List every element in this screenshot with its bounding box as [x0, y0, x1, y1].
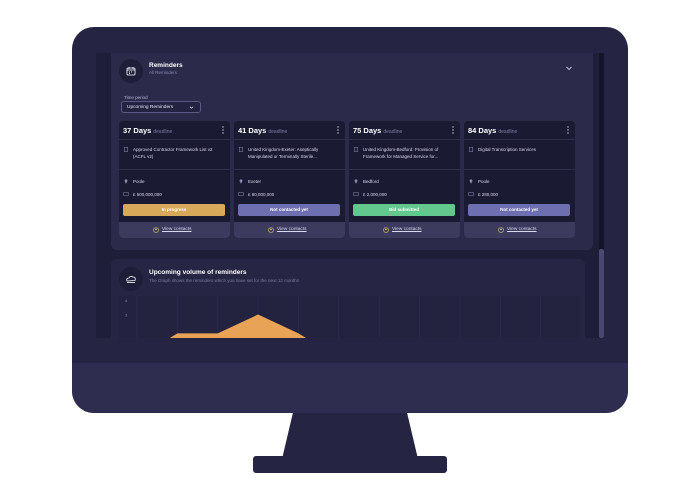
view-contacts-link[interactable]: View contacts: [507, 227, 537, 232]
divider: [119, 169, 230, 170]
card-location: Poole: [133, 179, 145, 184]
card-location: Exeter: [248, 179, 262, 184]
volume-chart-svg: 43: [125, 296, 582, 338]
document-icon: [124, 147, 128, 152]
document-icon: [239, 147, 243, 152]
monitor-chin: [72, 363, 628, 413]
money-icon: [468, 192, 474, 196]
contacts-icon: [268, 227, 274, 233]
reminder-card[interactable]: 84 Days deadline Digital Transcription Se…: [464, 121, 575, 238]
reminders-panel: Reminders All Reminders Time period Upco…: [111, 53, 593, 250]
volume-chart: 43: [119, 296, 582, 338]
card-description: Approved Contractor Framework List v2 (A…: [133, 147, 213, 159]
y-tick-label: 3: [125, 313, 128, 318]
status-badge: Not contacted yet: [238, 204, 340, 216]
money-icon: [353, 192, 359, 196]
reminder-card[interactable]: 75 Days deadline United Kingdom-Bedford: …: [349, 121, 460, 238]
view-contacts-link[interactable]: View contacts: [162, 227, 192, 232]
card-days: 41 Days deadline: [238, 126, 288, 135]
divider: [349, 169, 460, 170]
card-header: 41 Days deadline: [234, 121, 345, 140]
view-contacts-link[interactable]: View contacts: [392, 227, 422, 232]
card-location: Poole: [478, 179, 490, 184]
location-pin-icon: [469, 179, 473, 184]
volume-panel: Upcoming volume of reminders The Graph s…: [111, 259, 585, 338]
card-footer: View contacts: [349, 222, 460, 238]
document-icon: [354, 147, 358, 152]
card-value: £ 80,000,000: [248, 192, 275, 197]
status-badge: Not contacted yet: [468, 204, 570, 216]
card-days: 84 Days deadline: [468, 126, 518, 135]
more-vertical-icon[interactable]: [337, 126, 339, 134]
volume-area-series: [169, 314, 307, 338]
contacts-icon: [153, 227, 159, 233]
status-badge: Bid submitted: [353, 204, 455, 216]
reminder-card[interactable]: 41 Days deadline United Kingdom-Exeter: A…: [234, 121, 345, 238]
more-vertical-icon[interactable]: [567, 126, 569, 134]
location-pin-icon: [124, 179, 128, 184]
view-contacts-link[interactable]: View contacts: [277, 227, 307, 232]
chevron-down-icon: [189, 106, 194, 109]
card-description: United Kingdom-Bedford: Provision of Fra…: [363, 147, 439, 159]
reminder-volume-icon: [119, 267, 143, 291]
y-tick-label: 4: [125, 298, 128, 303]
volume-subtitle: The Graph shows the reminders which you …: [149, 278, 299, 283]
card-description: Digital Transcription Services: [478, 147, 537, 152]
location-pin-icon: [239, 179, 243, 184]
reminders-title: Reminders: [149, 62, 183, 69]
card-description: United Kingdom-Exeter: Aseptically Manip…: [248, 147, 319, 159]
money-icon: [123, 192, 129, 196]
card-value: £ 280,000: [478, 192, 499, 197]
card-days: 37 Days deadline: [123, 126, 173, 135]
chevron-down-icon[interactable]: [565, 64, 573, 72]
card-footer: View contacts: [119, 222, 230, 238]
calendar-icon: [119, 59, 143, 83]
card-location: Bedford: [363, 179, 379, 184]
card-header: 37 Days deadline: [119, 121, 230, 140]
more-vertical-icon[interactable]: [452, 126, 454, 134]
card-footer: View contacts: [234, 222, 345, 238]
contacts-icon: [383, 227, 389, 233]
card-header: 84 Days deadline: [464, 121, 575, 140]
card-header: 75 Days deadline: [349, 121, 460, 140]
monitor-stand-base: [253, 456, 447, 473]
more-vertical-icon[interactable]: [222, 126, 224, 134]
monitor-stand-neck: [282, 413, 418, 459]
screen: Reminders All Reminders Time period Upco…: [96, 53, 604, 338]
divider: [464, 169, 575, 170]
divider: [234, 169, 345, 170]
volume-title: Upcoming volume of reminders: [149, 269, 247, 276]
reminders-subtitle: All Reminders: [149, 70, 178, 75]
time-period-value: Upcoming Reminders: [127, 105, 174, 110]
card-days: 75 Days deadline: [353, 126, 403, 135]
time-period-label: Time period: [124, 95, 148, 100]
card-value: £ 2,000,000: [363, 192, 387, 197]
status-badge: In progress: [123, 204, 225, 216]
reminder-card[interactable]: 37 Days deadline Approved Contractor Fram…: [119, 121, 230, 238]
card-footer: View contacts: [464, 222, 575, 238]
contacts-icon: [498, 227, 504, 233]
document-icon: [469, 147, 473, 152]
scrollbar-thumb[interactable]: [599, 249, 604, 338]
money-icon: [238, 192, 244, 196]
time-period-select[interactable]: Upcoming Reminders: [121, 101, 201, 113]
location-pin-icon: [354, 179, 358, 184]
card-value: £ 500,000,000: [133, 192, 162, 197]
